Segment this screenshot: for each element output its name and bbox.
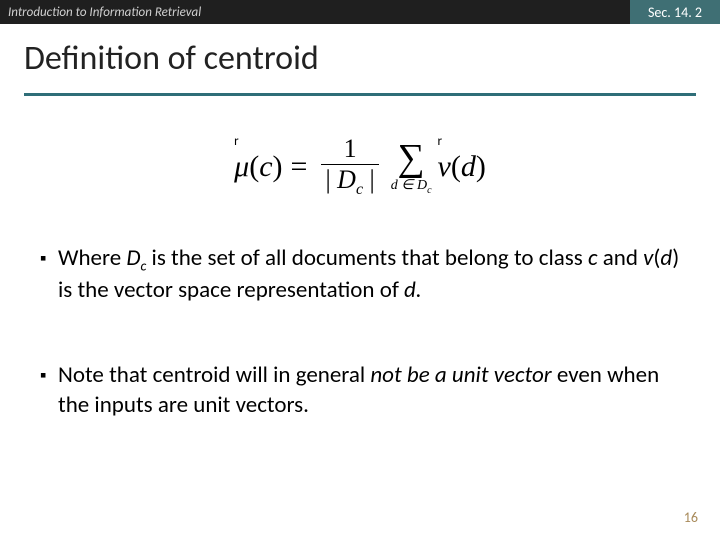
bullet-text: Where Dc is the set of all documents tha… [58,244,680,305]
v-vector: r v [438,150,451,184]
title-area: Definition of centroid [0,24,720,85]
course-title: Introduction to Information Retrieval [0,5,630,20]
summation-lower: d ∈ Dc [391,179,432,196]
page-number: 16 [684,509,698,526]
v-args: (d) [451,150,486,184]
bullet-item: ▪ Where Dc is the set of all documents t… [40,244,680,305]
mu-symbol: μ [234,150,249,183]
bullet-marker: ▪ [40,361,58,420]
fraction-numerator: 1 [338,136,363,164]
slide: Introduction to Information Retrieval Se… [0,0,720,540]
fraction: 1 | Dc | [321,136,378,198]
summation: ∑ d ∈ Dc [391,139,432,196]
section-badge: Sec. 14. 2 [630,0,720,24]
vector-arrow-label: r [438,134,443,149]
vector-arrow-label: r [234,134,239,149]
equals-sign: = [291,150,308,184]
fraction-denominator: | Dc | [321,164,378,198]
mu-vector: r μ [234,150,249,184]
mu-args: (c) [249,150,282,184]
top-bar: Introduction to Information Retrieval Se… [0,0,720,24]
title-underline [24,93,696,96]
bullet-marker: ▪ [40,244,58,305]
slide-title: Definition of centroid [24,38,696,79]
bullet-item: ▪ Note that centroid will in general not… [40,361,680,420]
sigma-symbol: ∑ [398,139,425,177]
body-content: ▪ Where Dc is the set of all documents t… [0,244,720,420]
v-symbol: v [438,150,451,183]
bullet-text: Note that centroid will in general not b… [58,361,680,420]
formula: r μ (c) = 1 | Dc | ∑ d ∈ Dc r v (d) [0,136,720,198]
